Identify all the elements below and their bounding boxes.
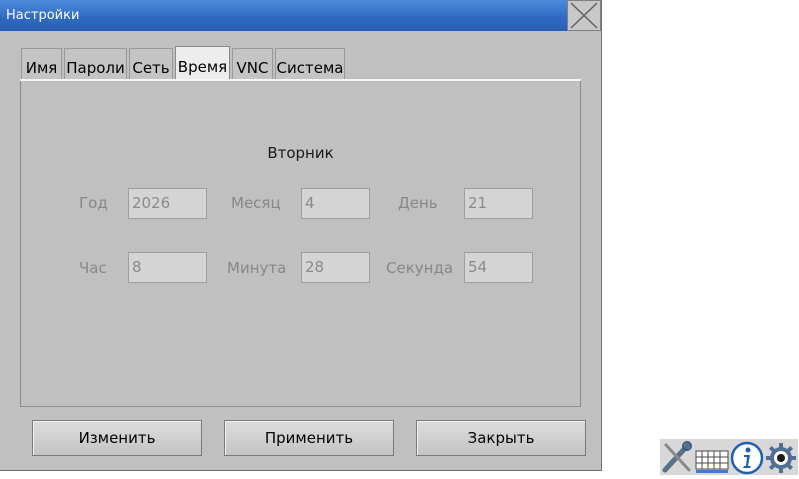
change-button[interactable]: Изменить [32, 420, 202, 456]
second-field[interactable]: 54 [464, 252, 533, 283]
time-panel: Вторник Год 2026 Месяц 4 День 21 Час 8 М… [20, 81, 581, 407]
day-field[interactable]: 21 [464, 188, 533, 219]
hour-field[interactable]: 8 [128, 252, 207, 283]
apply-button[interactable]: Применить [224, 420, 394, 456]
close-button[interactable]: Закрыть [416, 420, 586, 456]
tab-network[interactable]: Сеть [129, 48, 173, 80]
second-label: Секунда [386, 259, 454, 277]
tab-system[interactable]: Система [275, 48, 345, 80]
hour-label: Час [79, 259, 107, 277]
tools-icon[interactable] [660, 439, 694, 475]
year-field[interactable]: 2026 [128, 188, 207, 219]
settings-dialog: Настройки Имя Пароли Сеть Время VNC Сист… [0, 0, 602, 471]
keyboard-icon[interactable] [694, 439, 730, 475]
close-window-button[interactable] [567, 0, 601, 31]
tab-time[interactable]: Время [175, 46, 230, 81]
tab-vnc[interactable]: VNC [232, 48, 273, 80]
day-label: День [398, 194, 438, 212]
minute-field[interactable]: 28 [301, 252, 370, 283]
year-label: Год [79, 194, 108, 212]
close-icon [570, 2, 598, 29]
minute-label: Минута [227, 259, 287, 277]
tab-passwords[interactable]: Пароли [64, 48, 127, 80]
title-bar: Настройки [0, 0, 568, 31]
weekday-label: Вторник [267, 144, 334, 162]
info-icon[interactable] [730, 439, 764, 475]
window-title: Настройки [6, 8, 80, 23]
tab-name[interactable]: Имя [21, 48, 62, 80]
month-label: Месяц [231, 194, 281, 212]
settings-gear-icon[interactable] [764, 439, 798, 475]
month-field[interactable]: 4 [301, 188, 370, 219]
